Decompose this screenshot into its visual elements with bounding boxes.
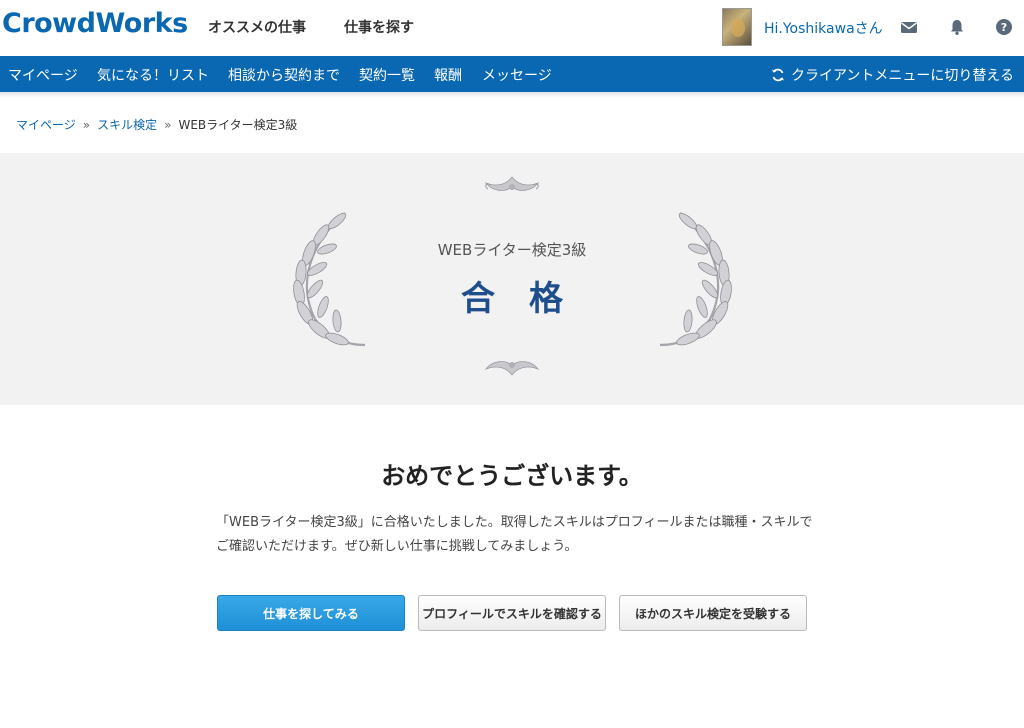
subnav-consult-to-contract[interactable]: 相談から契約まで	[228, 65, 340, 85]
subnav-rewards[interactable]: 報酬	[434, 65, 462, 85]
user-greeting[interactable]: Hi.Yoshikawaさん	[764, 18, 883, 38]
nav-recommended-jobs[interactable]: オススメの仕事	[208, 17, 306, 37]
bottom-ornament-icon	[484, 361, 540, 376]
sub-navigation: マイページ 気になる！リスト 相談から契約まで 契約一覧 報酬 メッセージ クラ…	[0, 56, 1024, 92]
subnav-mypage[interactable]: マイページ	[8, 65, 78, 85]
breadcrumb-skill-test[interactable]: スキル検定	[97, 118, 157, 132]
avatar[interactable]	[722, 8, 752, 46]
subnav-contracts[interactable]: 契約一覧	[359, 65, 415, 85]
crowdworks-logo[interactable]: CrowdWorks	[2, 8, 188, 39]
mail-icon[interactable]	[900, 18, 918, 36]
switch-client-menu-link[interactable]: クライアントメニューに切り替える	[771, 65, 1014, 85]
test-name: WEBライター検定3級	[437, 241, 587, 259]
check-profile-skills-button[interactable]: プロフィールでスキルを確認する	[418, 595, 606, 631]
subnav-messages[interactable]: メッセージ	[482, 65, 552, 85]
find-jobs-button[interactable]: 仕事を探してみる	[217, 595, 405, 631]
nav-find-jobs[interactable]: 仕事を探す	[344, 17, 414, 37]
subnav-shadow	[0, 92, 1024, 98]
breadcrumb-separator: »	[164, 118, 172, 132]
switch-client-menu-label: クライアントメニューに切り替える	[790, 68, 1014, 84]
help-icon[interactable]: ?	[995, 18, 1013, 36]
site-header: CrowdWorks オススメの仕事 仕事を探す Hi.Yoshikawaさん …	[0, 0, 1024, 56]
bell-icon[interactable]	[948, 18, 966, 36]
top-ornament-icon	[484, 176, 540, 191]
svg-text:?: ?	[1001, 21, 1007, 34]
breadcrumb-mypage[interactable]: マイページ	[16, 118, 76, 132]
subnav-favorites[interactable]: 気になる！リスト	[97, 65, 209, 85]
take-other-tests-button[interactable]: ほかのスキル検定を受験する	[619, 595, 807, 631]
result-label: 合格	[461, 279, 597, 319]
breadcrumb: マイページ » スキル検定 » WEBライター検定3級	[16, 116, 297, 133]
result-banner: WEBライター検定3級 合格	[0, 153, 1024, 405]
congratulations-heading: おめでとうございます。	[381, 462, 643, 490]
breadcrumb-separator: »	[82, 118, 91, 132]
result-description: 「WEBライター検定3級」に合格いたしました。取得したスキルはプロフィールまたは…	[216, 515, 813, 554]
refresh-icon	[771, 68, 784, 82]
breadcrumb-current: WEBライター検定3級	[178, 118, 298, 132]
